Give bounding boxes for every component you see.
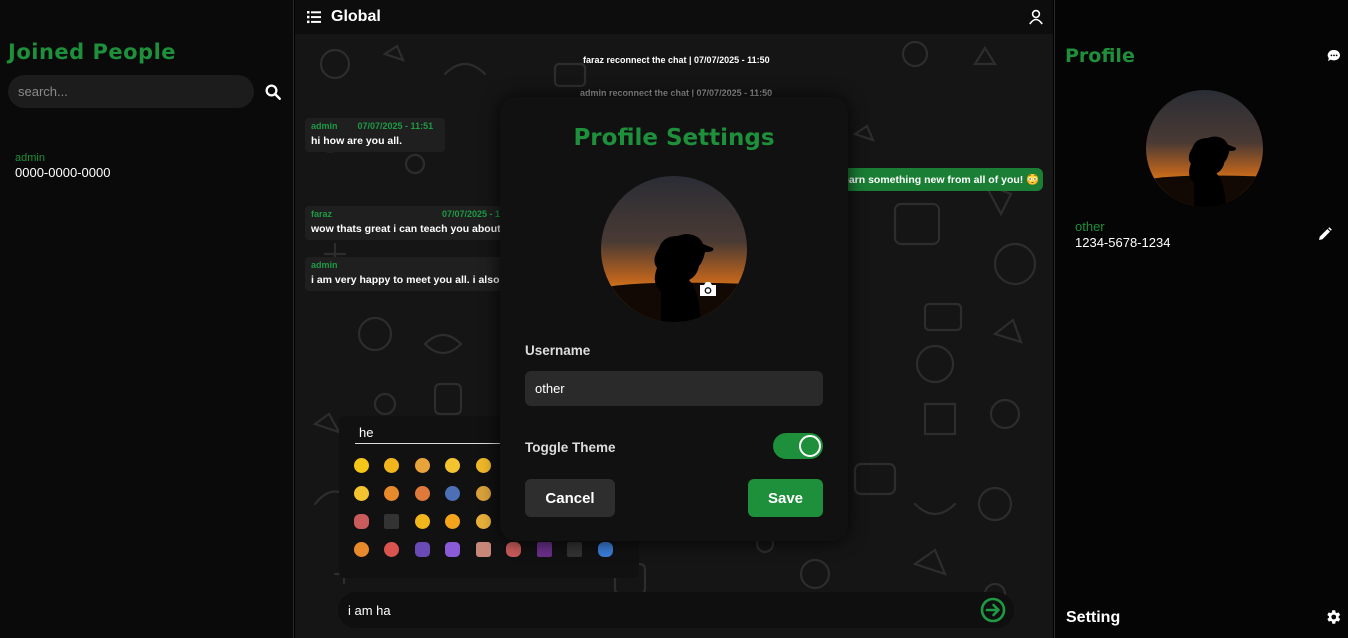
profile-name: other: [1075, 219, 1105, 234]
gear-icon[interactable]: [1324, 608, 1342, 626]
pencil-icon[interactable]: [1318, 227, 1332, 241]
message-text: hi how are you all.: [311, 135, 403, 147]
send-icon[interactable]: [980, 597, 1006, 623]
user-icon[interactable]: [1028, 9, 1044, 25]
search-input[interactable]: [8, 75, 254, 108]
emoji-item[interactable]: [412, 484, 432, 502]
emoji-item[interactable]: [382, 484, 402, 502]
toggle-knob: [799, 435, 821, 457]
chat-header: Global: [295, 0, 1053, 34]
emoji-item[interactable]: [382, 456, 402, 474]
message-text: i am very happy to meet you all. i also: [311, 274, 500, 286]
modal-title: Profile Settings: [573, 125, 775, 151]
emoji-item[interactable]: [473, 512, 493, 530]
emoji-item[interactable]: [382, 540, 402, 558]
emoji-item[interactable]: [473, 540, 493, 558]
emoji-item[interactable]: [443, 512, 463, 530]
message-user: admin: [311, 260, 338, 270]
emoji-item[interactable]: [382, 512, 402, 530]
emoji-item[interactable]: [351, 484, 371, 502]
profile-settings-modal: Profile Settings Username Toggle Theme C…: [500, 97, 848, 541]
emoji-item[interactable]: [351, 512, 371, 530]
search-icon[interactable]: [264, 83, 282, 101]
person-phone: 0000-0000-0000: [15, 165, 111, 180]
message-composer: [338, 592, 1014, 628]
chat-message: faraz 07/07/2025 - 11:51 wow thats great …: [305, 206, 505, 240]
emoji-item[interactable]: [473, 484, 493, 502]
message-input[interactable]: [348, 600, 968, 620]
message-time: 07/07/2025 - 11:51: [357, 121, 434, 131]
joined-people-title: Joined People: [8, 40, 177, 64]
message-text: wow thats great i can teach you about: [311, 223, 501, 235]
message-text: earn something new from all of you! 😳: [843, 174, 1040, 186]
message-user: faraz: [311, 209, 333, 219]
message-user: admin: [311, 121, 338, 131]
emoji-item[interactable]: [473, 456, 493, 474]
save-button[interactable]: Save: [748, 479, 823, 517]
system-message: faraz reconnect the chat | 07/07/2025 - …: [583, 55, 770, 65]
theme-toggle[interactable]: [773, 433, 823, 459]
emoji-item[interactable]: [443, 484, 463, 502]
chat-message: admin i am very happy to meet you all. i…: [305, 257, 505, 291]
username-input[interactable]: [525, 371, 823, 406]
profile-phone: 1234-5678-1234: [1075, 235, 1171, 250]
setting-label: Setting: [1066, 609, 1121, 626]
username-label: Username: [525, 343, 591, 358]
cancel-button[interactable]: Cancel: [525, 479, 615, 517]
profile-avatar[interactable]: [601, 176, 747, 322]
person-item[interactable]: admin 0000-0000-0000: [15, 152, 110, 180]
emoji-item[interactable]: [504, 540, 524, 558]
emoji-item[interactable]: [443, 456, 463, 474]
emoji-item[interactable]: [412, 456, 432, 474]
profile-panel: Profile other 1234-5678-1234 Setting: [1054, 0, 1348, 638]
chat-bubble-icon[interactable]: [1327, 49, 1341, 63]
emoji-item[interactable]: [351, 540, 371, 558]
message-time: 07/07/2025 - 11:51: [442, 209, 505, 219]
chat-message: admin 07/07/2025 - 11:51 hi how are you a…: [305, 118, 445, 152]
toggle-theme-label: Toggle Theme: [525, 440, 616, 455]
joined-people-panel: Joined People admin 0000-0000-0000: [0, 0, 294, 638]
own-chat-message: earn something new from all of you! 😳: [835, 168, 1043, 191]
emoji-item[interactable]: [443, 540, 463, 558]
emoji-item[interactable]: [565, 540, 585, 558]
emoji-item[interactable]: [534, 540, 554, 558]
emoji-item[interactable]: [412, 512, 432, 530]
chat-title: Global: [331, 8, 381, 25]
profile-title: Profile: [1065, 45, 1135, 67]
emoji-item[interactable]: [412, 540, 432, 558]
menu-icon[interactable]: [307, 10, 321, 24]
camera-icon[interactable]: [699, 281, 717, 297]
person-name: admin: [15, 152, 45, 164]
emoji-item[interactable]: [595, 540, 615, 558]
emoji-item[interactable]: [351, 456, 371, 474]
profile-avatar: [1146, 90, 1263, 207]
